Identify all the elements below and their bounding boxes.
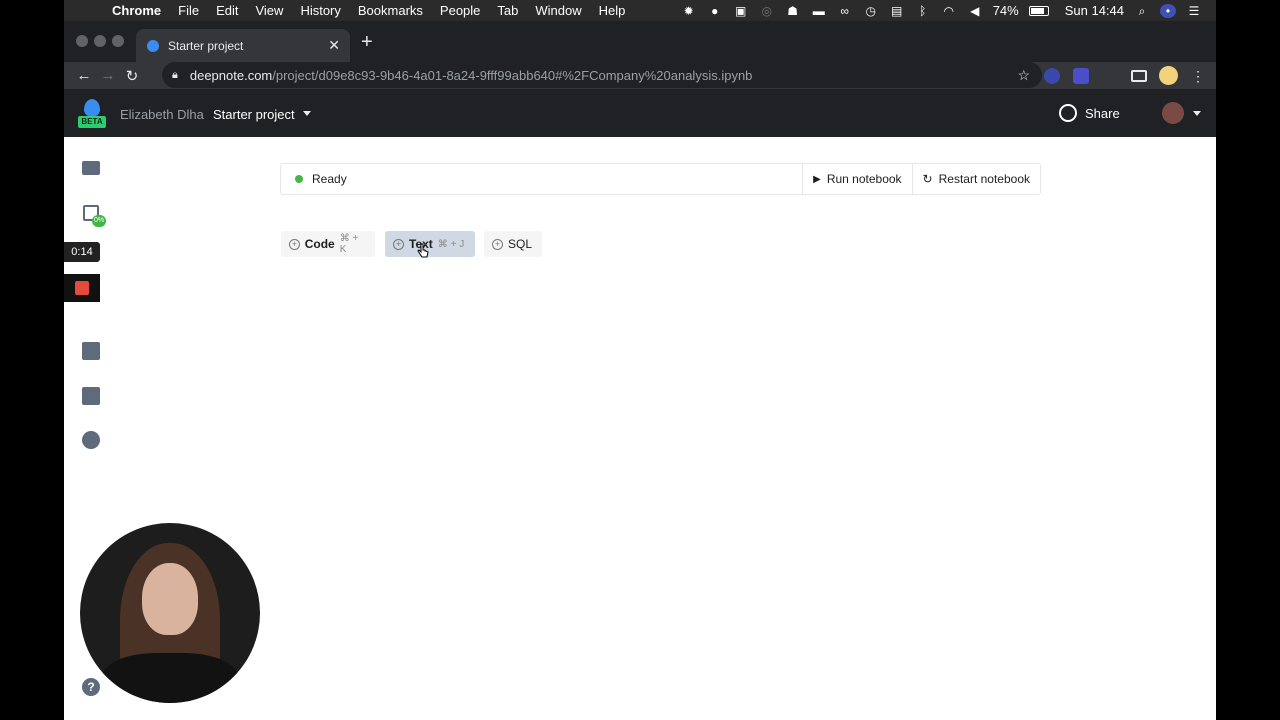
avatar[interactable]	[1162, 102, 1184, 124]
add-sql-block-button[interactable]: + SQL	[484, 231, 542, 257]
run-notebook-label: Run notebook	[826, 172, 902, 186]
menubar-status-area: ✹ ● ▣ ◎ ☗ ▬ ∞ ◷ ▤ ᛒ ◠ ◀ 74% Sun 14:44 ⌕ …	[681, 3, 1216, 18]
spotlight-search-icon[interactable]: ⌕	[1134, 4, 1150, 18]
cpu-usage-badge: 0%	[92, 215, 106, 227]
glasses-status-icon[interactable]: ∞	[837, 4, 853, 18]
window-zoom-button[interactable]	[112, 35, 124, 47]
chat-status-icon[interactable]: ●	[707, 4, 723, 18]
deepnote-favicon-icon	[147, 39, 159, 52]
reload-icon[interactable]: ↻	[120, 67, 144, 85]
add-block-label: SQL	[508, 237, 533, 251]
gear-status-icon[interactable]: ✹	[681, 4, 697, 18]
breadcrumb-project[interactable]: Starter project	[213, 107, 295, 122]
wifi-icon[interactable]: ◠	[941, 4, 957, 18]
deepnote-logo-icon	[84, 99, 100, 117]
screen-frame: Chrome File Edit View History Bookmarks …	[64, 0, 1216, 720]
hat-status-icon[interactable]: ☗	[785, 4, 801, 18]
bluetooth-icon[interactable]: ᛒ	[915, 4, 931, 18]
battery-icon[interactable]	[1028, 5, 1049, 16]
shield-status-icon[interactable]: ▣	[733, 4, 749, 18]
share-label: Share	[1085, 105, 1120, 121]
plus-circle-icon: +	[492, 238, 503, 250]
tab-close-icon[interactable]: ✕	[328, 37, 340, 54]
url-path: /project/d09e8c93-9b46-4a01-8a24-9fff99a…	[272, 67, 753, 83]
comments-icon[interactable]	[82, 387, 100, 405]
add-block-shortcut: ⌘ + K	[339, 233, 359, 255]
menu-people[interactable]: People	[440, 3, 480, 18]
avatar-chevron-down-icon[interactable]	[1193, 111, 1201, 116]
menu-view[interactable]: View	[255, 3, 283, 18]
recording-timer: 0:14	[64, 242, 100, 262]
siri-icon[interactable]: •	[1160, 3, 1176, 18]
plus-circle-icon: +	[289, 238, 300, 250]
extension-o-icon[interactable]	[1073, 68, 1089, 84]
chevron-down-icon[interactable]	[303, 111, 311, 116]
help-icon[interactable]: ?	[82, 678, 100, 696]
menu-app-chrome[interactable]: Chrome	[112, 3, 161, 18]
profile-avatar-icon[interactable]	[1159, 66, 1178, 85]
restart-notebook-button[interactable]: ↻ Restart notebook	[911, 164, 1040, 194]
new-tab-icon[interactable]: +	[361, 31, 373, 54]
macos-menubar: Chrome File Edit View History Bookmarks …	[64, 0, 1216, 21]
terminal-icon[interactable]	[82, 342, 100, 360]
cast-icon[interactable]	[1131, 70, 1147, 82]
add-block-label: Code	[304, 237, 335, 251]
forward-icon[interactable]: →	[96, 67, 120, 84]
control-list-icon[interactable]: ☰	[1186, 4, 1202, 18]
kernel-status-dot	[295, 175, 303, 183]
plus-circle-icon: +	[393, 238, 404, 250]
add-text-block-button[interactable]: + Text ⌘ + J	[385, 231, 475, 257]
deepnote-logo[interactable]: BETA	[78, 99, 106, 129]
restart-icon: ↻	[922, 172, 933, 186]
chrome-menu-icon[interactable]: ⋮	[1190, 68, 1206, 84]
history-clock-icon[interactable]	[82, 431, 100, 449]
time-machine-icon[interactable]: ◷	[863, 4, 879, 18]
url-domain: deepnote.com	[189, 67, 273, 83]
breadcrumb-user[interactable]: Elizabeth Dlha	[120, 107, 204, 122]
folder-icon[interactable]	[82, 161, 100, 175]
add-code-block-button[interactable]: + Code ⌘ + K	[281, 231, 375, 257]
volume-icon[interactable]: ◀	[967, 4, 983, 18]
address-bar[interactable]: 🔒︎ deepnote.com/project/d09e8c93-9b46-4a…	[162, 62, 1042, 88]
deepnote-header: BETA Elizabeth Dlha Starter project Shar…	[64, 89, 1216, 137]
tab-title: Starter project	[168, 38, 244, 53]
hand-cursor-icon	[417, 243, 429, 258]
extensions-puzzle-icon[interactable]	[1102, 68, 1118, 84]
menu-edit[interactable]: Edit	[216, 3, 238, 18]
extension-blue-gear-icon[interactable]	[1044, 68, 1060, 84]
menubar-clock[interactable]: Sun 14:44	[1065, 3, 1124, 18]
run-notebook-button[interactable]: ▶ Run notebook	[802, 164, 911, 194]
back-icon[interactable]: ←	[72, 67, 96, 84]
menu-file[interactable]: File	[178, 3, 199, 18]
card-status-icon[interactable]: ▬	[811, 4, 827, 18]
tab-starter-project[interactable]: Starter project ✕	[136, 29, 350, 62]
browser-toolbar: ← → ↻ 🔒︎ deepnote.com/project/d09e8c93-9…	[64, 62, 1216, 89]
us-flag-icon[interactable]: ▤	[889, 4, 905, 18]
kernel-status-text: Ready	[312, 172, 347, 186]
menu-bookmarks[interactable]: Bookmarks	[358, 3, 423, 18]
webcam-overlay	[80, 523, 260, 703]
restart-notebook-label: Restart notebook	[938, 172, 1030, 186]
add-block-shortcut: ⌘ + J	[437, 238, 465, 250]
battery-percent: 74%	[992, 3, 1019, 18]
lock-icon[interactable]: 🔒︎	[172, 69, 178, 82]
window-minimize-button[interactable]	[94, 35, 106, 47]
menu-help[interactable]: Help	[599, 3, 626, 18]
play-icon: ▶	[813, 173, 821, 185]
stop-icon	[75, 281, 89, 295]
beta-badge: BETA	[78, 116, 106, 128]
globe-icon	[1059, 104, 1077, 122]
spiral-status-icon[interactable]: ◎	[759, 4, 775, 18]
menu-tab[interactable]: Tab	[497, 3, 518, 18]
window-close-button[interactable]	[76, 35, 88, 47]
menu-window[interactable]: Window	[535, 3, 581, 18]
tab-strip: Starter project ✕ +	[64, 21, 1216, 62]
bookmark-star-icon[interactable]: ☆	[1017, 67, 1030, 84]
menu-history[interactable]: History	[300, 3, 340, 18]
stop-recording-button[interactable]	[64, 274, 100, 302]
presenter-face	[142, 563, 198, 635]
share-button[interactable]: Share	[1059, 104, 1120, 122]
notebook-toolbar: Ready ▶ Run notebook ↻ Restart notebook	[280, 163, 1041, 195]
